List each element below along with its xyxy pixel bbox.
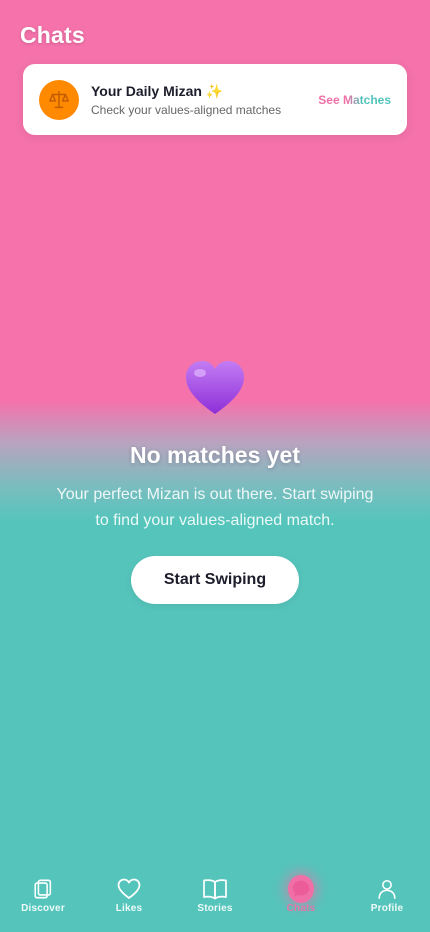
tab-discover[interactable]: Discover <box>0 862 86 932</box>
start-swiping-button[interactable]: Start Swiping <box>131 556 299 604</box>
daily-card-title: Your Daily Mizan ✨ <box>91 82 224 99</box>
tab-stories[interactable]: Stories <box>172 862 258 932</box>
tab-label: Chats <box>286 903 316 914</box>
tab-label: Profile <box>370 903 404 914</box>
purple-heart-icon <box>0 360 430 430</box>
bottom-tab-bar: Discover Likes Stories Chats Profile <box>0 862 430 932</box>
tab-likes[interactable]: Likes <box>86 862 172 932</box>
cards-icon <box>30 876 56 902</box>
daily-card-subtitle: Check your values-aligned matches <box>91 102 282 117</box>
tab-label: Likes <box>115 903 143 914</box>
tab-chats[interactable]: Chats <box>258 862 344 932</box>
sparkle-icon: ✨ <box>205 82 224 99</box>
scales-icon <box>39 79 79 120</box>
heart-icon <box>116 876 142 902</box>
book-icon <box>202 876 228 902</box>
page-title: Chats <box>20 22 85 48</box>
person-icon <box>374 876 400 902</box>
tab-label: Stories <box>197 903 233 914</box>
daily-mizan-card[interactable]: Your Daily Mizan ✨ Check your values-ali… <box>23 64 407 135</box>
empty-state-description: Your perfect Mizan is out there. Start s… <box>56 486 374 529</box>
tab-profile[interactable]: Profile <box>344 862 430 932</box>
empty-state-title: No matches yet <box>129 442 300 468</box>
tab-label: Discover <box>21 903 65 914</box>
chat-bubble-icon <box>288 875 314 903</box>
see-matches-button[interactable]: See Matches <box>318 93 391 107</box>
